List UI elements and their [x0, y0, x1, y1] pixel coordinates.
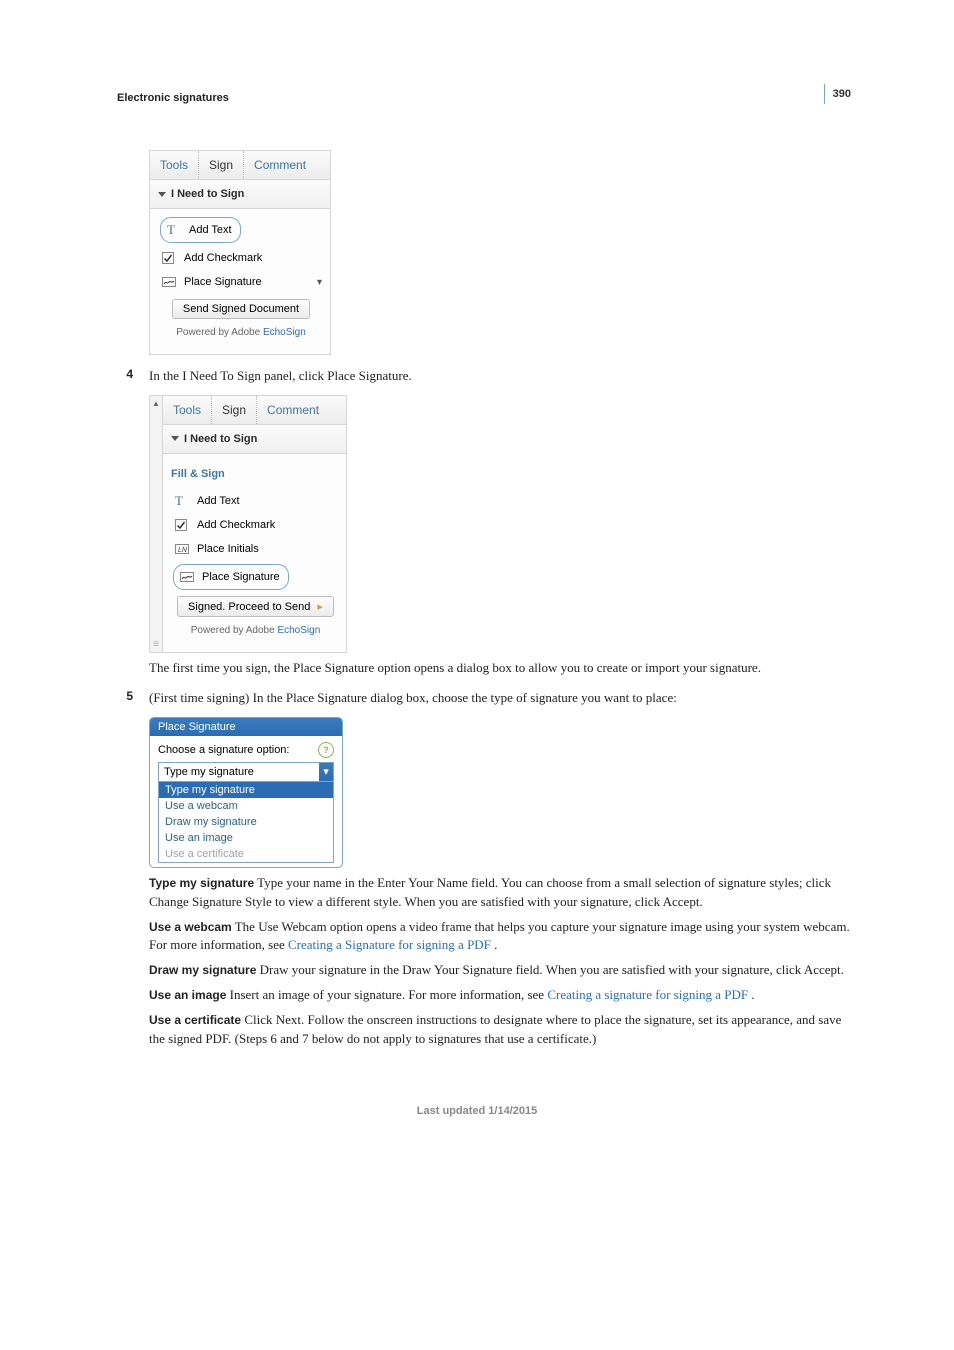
svg-text:LN: LN	[178, 547, 188, 554]
section-head-label: I Need to Sign	[184, 433, 257, 445]
body-paragraph: Use a certificate Click Next. Follow the…	[149, 1011, 854, 1049]
echosign-link[interactable]: EchoSign	[263, 327, 306, 338]
grip-icon[interactable]: ≡	[150, 642, 162, 652]
body-paragraph: Use a webcam The Use Webcam option opens…	[149, 918, 854, 956]
add-text-button[interactable]: T Add Text	[160, 217, 241, 243]
place-signature-button[interactable]: Place Signature	[173, 564, 289, 590]
creating-signature-link[interactable]: Creating a Signature for signing a PDF	[288, 937, 494, 952]
text-icon: T	[175, 493, 191, 509]
add-text-label: Add Text	[197, 495, 240, 507]
fill-sign-subhead[interactable]: Fill & Sign	[169, 460, 342, 488]
chevron-down-icon[interactable]: ▾	[319, 763, 333, 781]
signature-icon	[180, 572, 196, 582]
powered-by-text: Powered by Adobe EchoSign	[156, 323, 326, 344]
chevron-down-icon	[158, 192, 166, 197]
text-icon: T	[167, 222, 183, 238]
side-scroll-strip[interactable]: ▲ ≡	[150, 396, 163, 652]
run-in-head: Use a certificate	[149, 1013, 241, 1027]
section-head-label: I Need to Sign	[171, 188, 244, 200]
checkmark-icon	[162, 252, 178, 264]
add-checkmark-label: Add Checkmark	[197, 519, 275, 531]
page-number: 390	[824, 84, 851, 104]
signature-icon	[162, 277, 178, 287]
body-paragraph: Use an image Insert an image of your sig…	[149, 986, 854, 1005]
proceed-send-button[interactable]: Signed. Proceed to Send ▸	[177, 596, 334, 617]
place-initials-label: Place Initials	[197, 543, 259, 555]
sign-panel-2: ▲ ≡ Tools Sign Comment I Need to Sign Fi…	[149, 395, 347, 653]
help-icon[interactable]: ?	[318, 742, 334, 758]
tab-sign[interactable]: Sign	[212, 396, 257, 424]
arrow-right-icon: ▸	[317, 601, 323, 613]
add-checkmark-label: Add Checkmark	[184, 252, 262, 264]
run-in-head: Type my signature	[149, 876, 254, 890]
place-signature-label: Place Signature	[184, 276, 262, 288]
body-paragraph: The first time you sign, the Place Signa…	[149, 659, 854, 678]
combo-dropdown: Type my signature Use a webcam Draw my s…	[158, 782, 334, 863]
add-text-button[interactable]: T Add Text	[169, 490, 342, 512]
creating-signature-link[interactable]: Creating a signature for signing a PDF	[547, 987, 751, 1002]
tab-sign[interactable]: Sign	[199, 151, 244, 179]
option-use-certificate[interactable]: Use a certificate	[159, 846, 333, 862]
run-in-head: Draw my signature	[149, 963, 256, 977]
sign-panel-1: Tools Sign Comment I Need to Sign T Add …	[149, 150, 331, 355]
option-use-image[interactable]: Use an image	[159, 830, 333, 846]
place-signature-button[interactable]: Place Signature ▾	[156, 271, 326, 293]
dialog-title: Place Signature	[150, 718, 342, 736]
place-initials-button[interactable]: LN Place Initials	[169, 538, 342, 560]
body-paragraph: Type my signature Type your name in the …	[149, 874, 854, 912]
section-heading: Electronic signatures	[117, 92, 834, 104]
scroll-up-icon[interactable]: ▲	[150, 396, 162, 408]
step-number: 5	[117, 689, 133, 707]
tab-tools[interactable]: Tools	[150, 151, 199, 179]
place-signature-label: Place Signature	[202, 571, 280, 583]
option-draw-signature[interactable]: Draw my signature	[159, 814, 333, 830]
add-checkmark-button[interactable]: Add Checkmark	[156, 247, 326, 269]
checkmark-icon	[175, 519, 191, 531]
add-text-label: Add Text	[189, 224, 232, 236]
footer-updated: Last updated 1/14/2015	[0, 1105, 954, 1117]
signature-option-combo[interactable]: Type my signature ▾	[158, 762, 334, 782]
chevron-down-icon[interactable]: ▾	[317, 277, 322, 288]
powered-by-text: Powered by Adobe EchoSign	[169, 621, 342, 642]
panel-tabs: Tools Sign Comment	[163, 396, 346, 425]
section-head-need-sign[interactable]: I Need to Sign	[163, 425, 346, 454]
panel-tabs: Tools Sign Comment	[150, 151, 330, 180]
send-signed-button[interactable]: Send Signed Document	[172, 299, 310, 319]
run-in-head: Use an image	[149, 988, 226, 1002]
step-number: 4	[117, 367, 133, 385]
place-signature-dialog: Place Signature Choose a signature optio…	[149, 717, 343, 868]
option-use-webcam[interactable]: Use a webcam	[159, 798, 333, 814]
tab-comment[interactable]: Comment	[257, 396, 329, 424]
run-in-head: Use a webcam	[149, 920, 232, 934]
echosign-link[interactable]: EchoSign	[277, 625, 320, 636]
combo-value: Type my signature	[159, 764, 319, 780]
initials-icon: LN	[175, 544, 191, 554]
option-type-signature[interactable]: Type my signature	[159, 782, 333, 798]
chevron-down-icon	[171, 436, 179, 441]
dialog-label: Choose a signature option:	[158, 744, 289, 756]
tab-comment[interactable]: Comment	[244, 151, 316, 179]
step-text: In the I Need To Sign panel, click Place…	[149, 367, 834, 385]
tab-tools[interactable]: Tools	[163, 396, 212, 424]
section-head-need-sign[interactable]: I Need to Sign	[150, 180, 330, 209]
body-paragraph: Draw my signature Draw your signature in…	[149, 961, 854, 980]
add-checkmark-button[interactable]: Add Checkmark	[169, 514, 342, 536]
step-text: (First time signing) In the Place Signat…	[149, 689, 834, 707]
